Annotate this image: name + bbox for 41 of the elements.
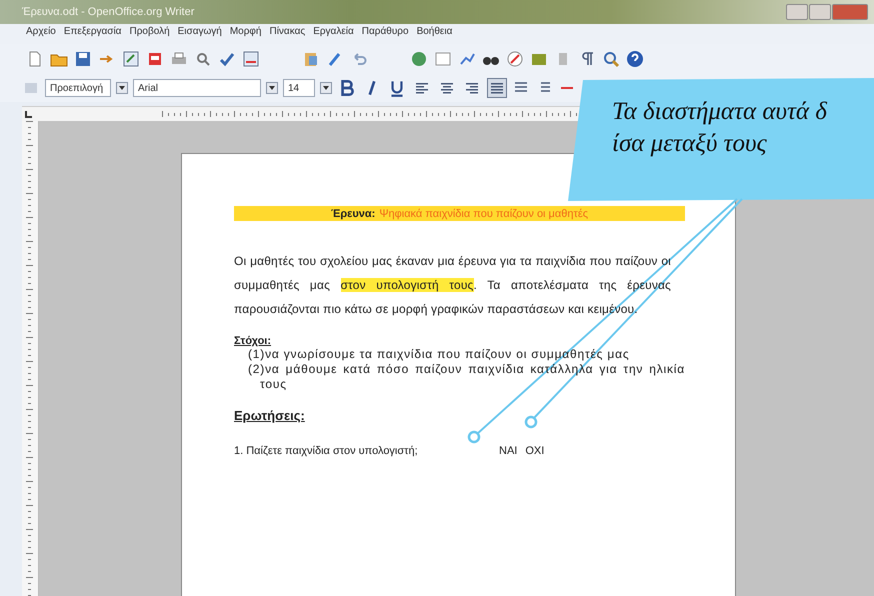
lines-icon (415, 81, 429, 95)
goals-heading: Στόχοι: (234, 335, 272, 347)
dropdown-button[interactable] (116, 82, 128, 94)
heading-text: Ψηφιακά παιχνίδια που παίζουν οι μαθητές (379, 208, 588, 220)
lines-icon (440, 81, 454, 95)
answer-option: ΝΑΙ (499, 445, 518, 457)
callout-text: ίσα μεταξύ τους (612, 129, 768, 159)
menu-item[interactable]: Αρχείο (26, 26, 56, 42)
caret-icon (323, 86, 329, 90)
menu-item[interactable]: Επεξεργασία (64, 26, 122, 42)
lines-icon (490, 81, 504, 95)
justify-button[interactable] (487, 78, 507, 98)
callout-text: Τα διαστήματα αυτά δ (612, 97, 827, 127)
help-icon[interactable] (626, 50, 644, 68)
questions-heading: Ερωτήσεις: (234, 408, 306, 423)
menu-item[interactable]: Βοήθεια (416, 26, 452, 42)
window-title: Έρευνα.odt - OpenOffice.org Writer (22, 6, 196, 18)
heading-label: Έρευνα: (330, 208, 376, 220)
pdf-icon[interactable] (146, 50, 164, 68)
minimize-button[interactable] (786, 4, 808, 20)
autospell-icon[interactable] (242, 50, 260, 68)
menu-item[interactable]: Μορφή (230, 26, 262, 42)
caret-icon (119, 86, 125, 90)
dropdown-button[interactable] (266, 82, 278, 94)
menu-item[interactable]: Εργαλεία (313, 26, 354, 42)
edit-document-icon[interactable] (122, 50, 140, 68)
menu-item[interactable]: Εισαγωγή (178, 26, 222, 42)
caret-icon (269, 86, 275, 90)
maximize-button[interactable] (809, 4, 831, 20)
menu-item[interactable]: Πίνακας (269, 26, 306, 42)
font-size-field[interactable]: 14 (283, 79, 315, 97)
question-text: 1. Παίζετε παιχνίδια στον υπολογιστή; (234, 445, 419, 457)
font-name-field[interactable]: Arial (133, 79, 261, 97)
answer-option: ΟΧΙ (525, 445, 544, 457)
zoom-icon[interactable] (602, 50, 620, 68)
menu-item[interactable]: Παράθυρο (362, 26, 409, 42)
menu-item[interactable]: Προβολή (129, 26, 170, 42)
spellcheck-icon[interactable] (218, 50, 236, 68)
dropdown-button[interactable] (320, 82, 332, 94)
lines-icon (465, 81, 479, 95)
paragraph-style-field[interactable]: Προεπιλογή (45, 79, 111, 97)
